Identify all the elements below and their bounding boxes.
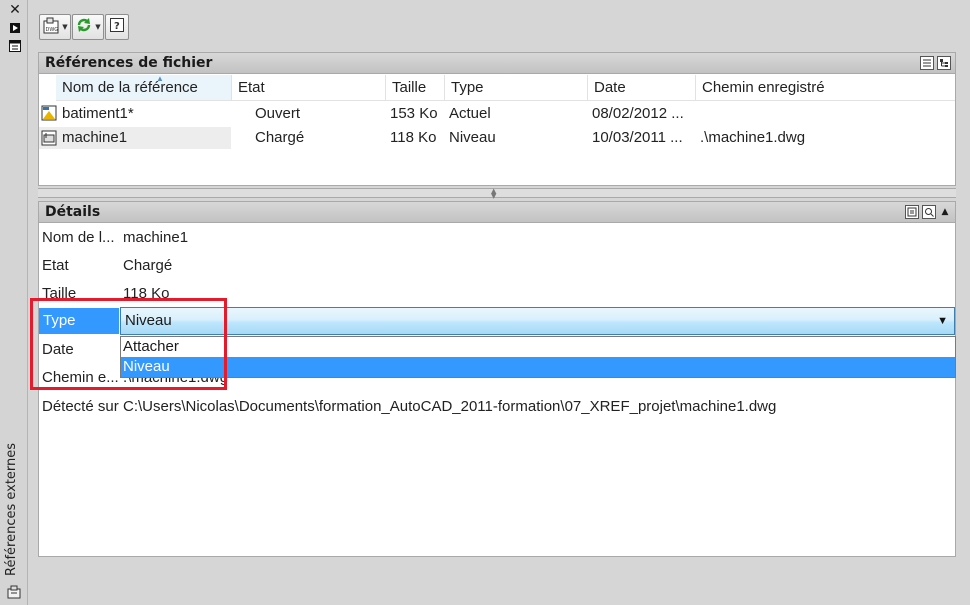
ref-date: 10/03/2011 ...: [592, 129, 683, 146]
ref-name: batiment1*: [62, 105, 134, 122]
ref-path: .\machine1.dwg: [700, 129, 806, 146]
refresh-icon: [75, 16, 93, 38]
resize-grip-icon: ▲ ▼: [491, 187, 497, 200]
file-references-title: Références de fichier: [45, 55, 213, 71]
preview-icon[interactable]: [922, 205, 936, 219]
detail-value-status: Chargé: [123, 257, 173, 274]
help-button[interactable]: ?: [105, 14, 129, 40]
column-header-date[interactable]: Date: [588, 75, 696, 101]
ref-status: Ouvert: [255, 105, 301, 122]
column-header-status[interactable]: Etat: [232, 75, 386, 101]
annotation-highlight-box: [30, 298, 227, 390]
ref-status: Chargé: [255, 129, 305, 146]
detail-label-name: Nom de l...: [42, 229, 115, 246]
ref-date: 08/02/2012 ...: [592, 105, 684, 122]
list-view-icon[interactable]: [920, 56, 934, 70]
details-title: Détails: [45, 204, 101, 220]
autohide-icon[interactable]: [9, 22, 21, 34]
detail-label-found-at: Détecté sur: [42, 398, 119, 415]
sort-ascending-icon: ▲: [156, 74, 164, 83]
details-header: Détails ▲: [39, 202, 955, 223]
type-option-attach[interactable]: Attacher: [121, 337, 955, 357]
type-combobox[interactable]: Niveau ▼: [120, 307, 955, 335]
collapse-icon[interactable]: ▲: [939, 205, 951, 219]
ref-size: 118 Ko: [390, 129, 437, 146]
column-header-type[interactable]: Type: [445, 75, 588, 101]
chevron-down-icon: ▼: [62, 23, 68, 31]
file-references-header: Références de fichier: [39, 53, 955, 74]
drawing-file-icon: [41, 105, 57, 121]
ref-type: Actuel: [449, 105, 491, 122]
palette-title: Références externes: [4, 442, 19, 576]
ref-size: 153 Ko: [390, 105, 438, 122]
type-dropdown-list: Attacher Niveau: [120, 336, 956, 378]
detail-value-size: 118 Ko: [123, 285, 170, 302]
attach-dwg-button[interactable]: DWG ▼: [39, 14, 71, 40]
palette-settings-icon[interactable]: [6, 584, 22, 604]
svg-text:?: ?: [114, 21, 120, 32]
detail-value-found-at[interactable]: C:\Users\Nicolas\Documents\formation_Aut…: [121, 394, 955, 420]
palette-title-bar: ✕ Références externes: [0, 0, 28, 605]
detail-value-name[interactable]: machine1: [121, 225, 955, 251]
details-view-icon[interactable]: [905, 205, 919, 219]
properties-icon[interactable]: [9, 40, 21, 52]
close-icon[interactable]: ✕: [9, 3, 21, 17]
ref-name: machine1: [62, 129, 128, 146]
ref-type: Niveau: [449, 129, 496, 146]
column-header-name[interactable]: ▲ Nom de la référence: [56, 75, 232, 101]
column-header-saved-path[interactable]: Chemin enregistré: [696, 75, 955, 101]
file-references-panel: Références de fichier ▲ Nom de la référe…: [38, 52, 956, 186]
column-header-size[interactable]: Taille: [386, 75, 445, 101]
chevron-down-icon: ▼: [95, 23, 101, 31]
refresh-button[interactable]: ▼: [72, 14, 104, 40]
chevron-down-icon[interactable]: ▼: [937, 308, 948, 334]
tree-view-icon[interactable]: [937, 56, 951, 70]
help-icon: ?: [109, 17, 125, 37]
panel-splitter[interactable]: ▲ ▼: [38, 187, 956, 200]
svg-text:DWG: DWG: [46, 27, 59, 33]
attach-dwg-icon: DWG: [42, 16, 60, 38]
xref-file-icon: [41, 130, 57, 146]
detail-label-status: Etat: [42, 257, 69, 274]
type-option-overlay[interactable]: Niveau: [121, 357, 955, 377]
